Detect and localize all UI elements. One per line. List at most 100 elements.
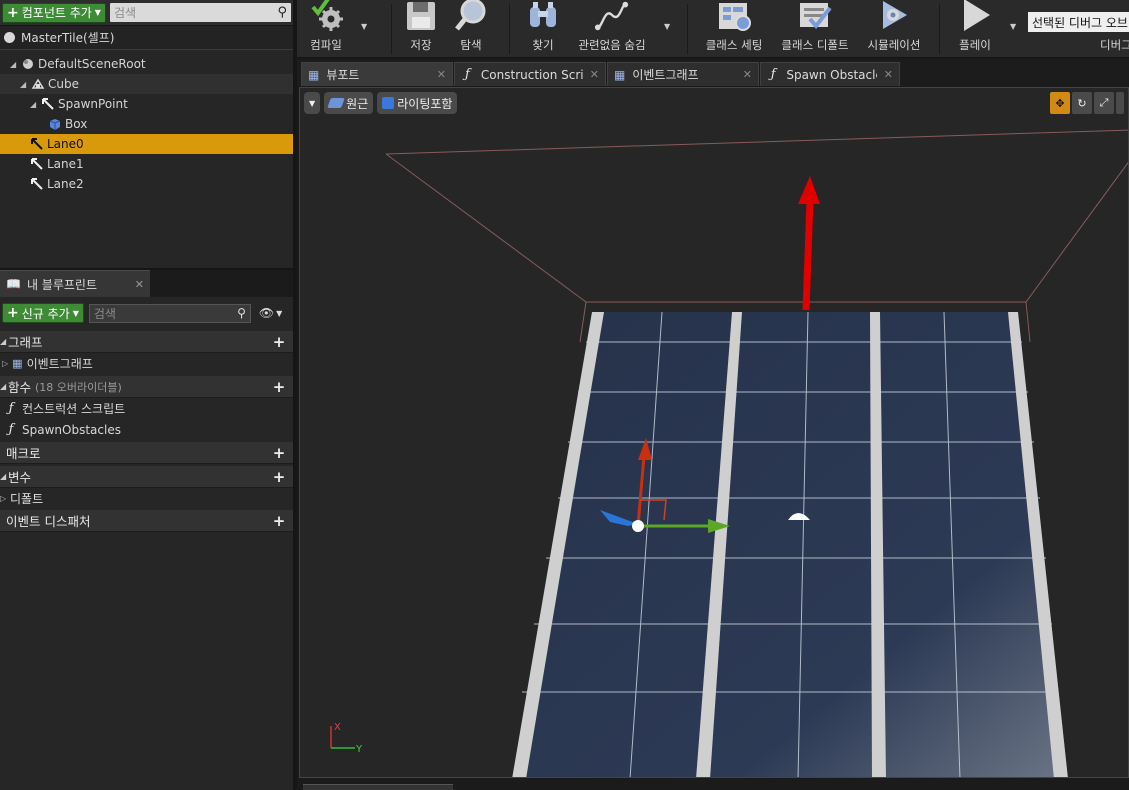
spawn-point-arrow bbox=[798, 176, 820, 311]
save-icon bbox=[402, 0, 440, 33]
expand-arrow-icon[interactable]: ◢ bbox=[0, 382, 8, 391]
debug-label: 디버그 bbox=[1100, 38, 1129, 52]
tree-item-cube[interactable]: ◢ Cube bbox=[0, 74, 293, 94]
browse-label: 탐색 bbox=[460, 38, 482, 52]
tab-construction-script[interactable]: ƒ Construction Scrip ✕ bbox=[454, 62, 606, 86]
compile-options-icon[interactable]: ▼ bbox=[361, 22, 367, 31]
close-icon[interactable]: ✕ bbox=[437, 68, 446, 81]
expand-arrow-icon[interactable]: ◢ bbox=[10, 60, 18, 69]
class-settings-icon bbox=[715, 0, 753, 33]
view-options-button[interactable]: 👁 ▼ bbox=[259, 306, 282, 320]
tab-spawn-obstacles[interactable]: ƒ Spawn Obstacles ✕ bbox=[760, 62, 900, 86]
add-component-label: 컴포넌트 추가 bbox=[21, 6, 92, 20]
more-tools-icon[interactable] bbox=[1116, 92, 1124, 114]
collapse-arrow-icon[interactable]: ▷ bbox=[2, 359, 8, 368]
play-label: 플레이 bbox=[959, 38, 991, 52]
tree-item-lane2[interactable]: Lane2 bbox=[0, 174, 293, 194]
close-icon[interactable]: ✕ bbox=[884, 68, 893, 81]
tree-item-defaultsceneroot[interactable]: ◢ DefaultSceneRoot bbox=[0, 54, 293, 74]
add-event-dispatcher-button[interactable]: + bbox=[271, 512, 287, 530]
category-label: 함수 bbox=[8, 380, 32, 395]
add-component-button[interactable]: + 컴포넌트 추가 ▼ bbox=[2, 2, 106, 23]
expand-arrow-icon[interactable]: ◢ bbox=[20, 80, 28, 89]
tree-item-lane0[interactable]: Lane0 bbox=[0, 134, 293, 154]
collapse-arrow-icon[interactable]: ▷ bbox=[0, 494, 8, 503]
hide-unrelated-button[interactable]: 관련없음 숨김 bbox=[575, 0, 649, 58]
close-icon[interactable]: ✕ bbox=[135, 278, 144, 291]
components-search-input[interactable]: 검색 ⚲ bbox=[109, 3, 291, 22]
bottom-tab[interactable] bbox=[303, 784, 453, 790]
viewport-options-button[interactable]: ▼ bbox=[304, 92, 321, 114]
box-collision-icon bbox=[48, 117, 62, 131]
category-label: 이벤트 디스패처 bbox=[6, 514, 91, 529]
viewport-scene[interactable]: X Y bbox=[300, 88, 1129, 778]
event-graph-item[interactable]: ▷ ▦ 이벤트그래프 bbox=[0, 353, 293, 374]
scale-tool-icon[interactable]: ⤢ bbox=[1094, 92, 1114, 114]
function-item-spawnobstacles[interactable]: ƒ SpawnObstacles bbox=[0, 419, 293, 440]
function-label: 컨스트럭션 스크립트 bbox=[22, 402, 126, 416]
document-tab-strip: ▦ 뷰포트 ✕ ƒ Construction Scrip ✕ ▦ 이벤트그래프 … bbox=[297, 60, 1129, 86]
tab-event-graph[interactable]: ▦ 이벤트그래프 ✕ bbox=[607, 62, 759, 86]
close-icon[interactable]: ✕ bbox=[743, 68, 752, 81]
browse-button[interactable]: 탐색 bbox=[451, 0, 491, 58]
arrow-component-icon bbox=[30, 177, 44, 191]
category-graphs[interactable]: ◢ 그래프 + bbox=[0, 331, 293, 353]
category-variables[interactable]: ◢ 변수 + bbox=[0, 466, 293, 488]
perspective-button[interactable]: 원근 bbox=[324, 92, 374, 114]
add-variable-button[interactable]: + bbox=[271, 468, 287, 486]
search-icon: ⚲ bbox=[277, 5, 287, 20]
play-button[interactable]: 플레이 bbox=[950, 0, 1000, 58]
expand-arrow-icon[interactable]: ◢ bbox=[0, 472, 8, 481]
add-new-button[interactable]: + 신규 추가 ▼ bbox=[2, 303, 84, 323]
defaults-row[interactable]: ▷ 디폴트 bbox=[0, 488, 293, 508]
box-collision-wireframe bbox=[385, 129, 1128, 343]
rotate-tool-icon[interactable]: ↻ bbox=[1072, 92, 1092, 114]
tree-item-label: Box bbox=[65, 117, 88, 131]
compile-button[interactable]: 컴파일 bbox=[303, 0, 349, 58]
my-blueprint-tab[interactable]: 📖 내 블루프린트 ✕ bbox=[0, 270, 150, 297]
tree-item-box[interactable]: Box bbox=[0, 114, 293, 134]
axis-indicator: X Y bbox=[330, 722, 363, 755]
category-functions[interactable]: ◢ 함수 (18 오버라이더블) + bbox=[0, 376, 293, 398]
close-icon[interactable]: ✕ bbox=[590, 68, 599, 81]
category-event-dispatchers[interactable]: 이벤트 디스패처 + bbox=[0, 510, 293, 532]
panel-splitter-vertical[interactable] bbox=[293, 0, 297, 790]
simulation-button[interactable]: 시뮬레이션 bbox=[863, 0, 925, 58]
component-tree: ◢ DefaultSceneRoot ◢ Cube ◢ SpawnPoint B… bbox=[0, 54, 293, 194]
tree-item-spawnpoint[interactable]: ◢ SpawnPoint bbox=[0, 94, 293, 114]
search-placeholder: 검색 bbox=[93, 306, 116, 321]
category-macros[interactable]: 매크로 + bbox=[0, 442, 293, 464]
function-item-construction-script[interactable]: ƒ 컨스트럭션 스크립트 bbox=[0, 398, 293, 419]
tab-viewport[interactable]: ▦ 뷰포트 ✕ bbox=[301, 62, 453, 86]
lighting-mode-button[interactable]: 라이팅포함 bbox=[377, 92, 458, 114]
add-graph-button[interactable]: + bbox=[271, 333, 287, 351]
tree-item-label: Cube bbox=[48, 77, 79, 91]
add-function-button[interactable]: + bbox=[271, 378, 287, 396]
class-defaults-button[interactable]: 클래스 디폴트 bbox=[778, 0, 852, 58]
expand-arrow-icon[interactable]: ◢ bbox=[0, 337, 8, 346]
hide-unrelated-options-icon[interactable]: ▼ bbox=[664, 22, 670, 31]
translate-tool-icon[interactable]: ✥ bbox=[1050, 92, 1070, 114]
my-blueprint-tab-strip: 📖 내 블루프린트 ✕ bbox=[0, 270, 293, 297]
find-label: 찾기 bbox=[532, 38, 554, 52]
class-settings-button[interactable]: 클래스 세팅 bbox=[701, 0, 767, 58]
hide-unrelated-label: 관련없음 숨김 bbox=[578, 38, 646, 52]
function-label: SpawnObstacles bbox=[22, 422, 121, 437]
expand-arrow-icon[interactable]: ◢ bbox=[30, 100, 38, 109]
self-component-row[interactable]: MasterTile(셀프) bbox=[0, 26, 293, 50]
tab-label: 뷰포트 bbox=[326, 68, 360, 82]
tree-item-label: Lane0 bbox=[47, 137, 84, 151]
play-options-icon[interactable]: ▼ bbox=[1010, 22, 1016, 31]
class-settings-label: 클래스 세팅 bbox=[705, 38, 763, 52]
compile-label: 컴파일 bbox=[310, 38, 342, 52]
viewport[interactable]: ▼ 원근 라이팅포함 ✥ ↻ ⤢ X Y bbox=[299, 87, 1129, 778]
tree-item-lane1[interactable]: Lane1 bbox=[0, 154, 293, 174]
debug-object-select[interactable]: 선택된 디버그 오브 bbox=[1028, 12, 1129, 32]
save-button[interactable]: 저장 bbox=[401, 0, 441, 58]
transform-tools: ✥ ↻ ⤢ bbox=[1050, 92, 1124, 114]
main-toolbar: 컴파일 ▼ 저장 탐색 찾기 관련없음 숨김 ▼ 클래스 세팅 클래스 디폴트 … bbox=[297, 0, 1129, 58]
find-button[interactable]: 찾기 bbox=[523, 0, 563, 58]
my-blueprint-search-input[interactable]: 검색 ⚲ bbox=[88, 303, 251, 323]
add-macro-button[interactable]: + bbox=[271, 444, 287, 462]
hide-unrelated-icon bbox=[593, 0, 631, 33]
